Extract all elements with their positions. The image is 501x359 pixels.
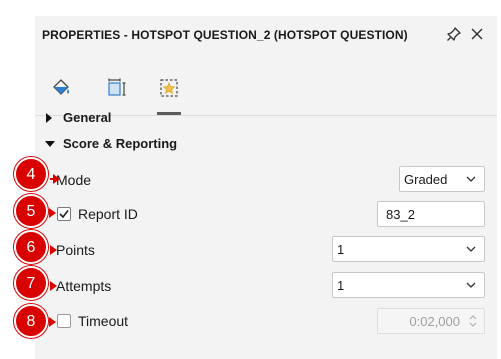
annotation-arrow xyxy=(50,245,57,255)
panel-title: PROPERTIES - HOTSPOT QUESTION_2 (HOTSPOT… xyxy=(42,28,408,42)
report-id-input[interactable]: 83_2 xyxy=(377,201,485,227)
points-value: 1 xyxy=(337,242,345,257)
expand-arrow-icon xyxy=(46,113,52,123)
close-icon[interactable] xyxy=(468,25,486,43)
report-id-checkbox[interactable] xyxy=(57,207,71,221)
properties-panel: PROPERTIES - HOTSPOT QUESTION_2 (HOTSPOT… xyxy=(35,16,497,359)
timeout-value: 0:02,000 xyxy=(409,314,460,329)
report-id-label: Report ID xyxy=(78,206,138,222)
annotation-badge: 5 xyxy=(14,194,48,228)
spinner-arrows-icon[interactable] xyxy=(468,313,478,329)
annotation-badge: 6 xyxy=(14,230,48,264)
timeout-checkbox[interactable] xyxy=(57,314,71,328)
annotation-badge: 8 xyxy=(14,304,48,338)
timeout-label: Timeout xyxy=(78,313,129,329)
annotation-arrow xyxy=(49,208,56,218)
report-id-value: 83_2 xyxy=(386,207,415,222)
points-label: Points xyxy=(56,242,95,258)
panel-titlebar: PROPERTIES - HOTSPOT QUESTION_2 (HOTSPOT… xyxy=(35,16,497,52)
annotation-badge: 7 xyxy=(14,266,48,300)
annotation-arrow xyxy=(50,281,57,291)
annotation-number: 8 xyxy=(26,313,36,330)
attempts-select[interactable]: 1 xyxy=(332,272,485,298)
attempts-value: 1 xyxy=(337,278,345,293)
collapse-arrow-icon xyxy=(45,141,55,147)
mode-select[interactable]: Graded xyxy=(399,166,485,192)
chevron-down-icon xyxy=(466,246,476,252)
star-frame-icon xyxy=(160,79,178,97)
annotation-badge: 4 xyxy=(14,157,48,191)
attempts-label: Attempts xyxy=(56,278,112,294)
annotation-arrow xyxy=(50,174,60,184)
section-general[interactable]: General xyxy=(35,107,495,129)
pin-icon[interactable] xyxy=(445,25,463,43)
resize-frame-icon xyxy=(108,78,126,96)
section-score-reporting[interactable]: Score & Reporting xyxy=(35,133,495,155)
annotation-number: 7 xyxy=(26,275,36,292)
points-select[interactable]: 1 xyxy=(332,236,485,262)
paint-bucket-icon xyxy=(53,79,69,95)
annotation-number: 5 xyxy=(26,203,36,220)
timeout-input[interactable]: 0:02,000 xyxy=(377,308,485,334)
section-general-label: General xyxy=(63,110,112,125)
chevron-down-icon xyxy=(466,176,476,182)
section-score-label: Score & Reporting xyxy=(63,136,178,151)
annotation-number: 4 xyxy=(26,166,36,183)
annotation-number: 6 xyxy=(26,239,36,256)
mode-label: Mode xyxy=(56,172,92,188)
chevron-down-icon xyxy=(466,282,476,288)
checkmark-icon xyxy=(59,210,69,219)
mode-value: Graded xyxy=(404,172,448,187)
annotation-arrow xyxy=(49,317,56,327)
